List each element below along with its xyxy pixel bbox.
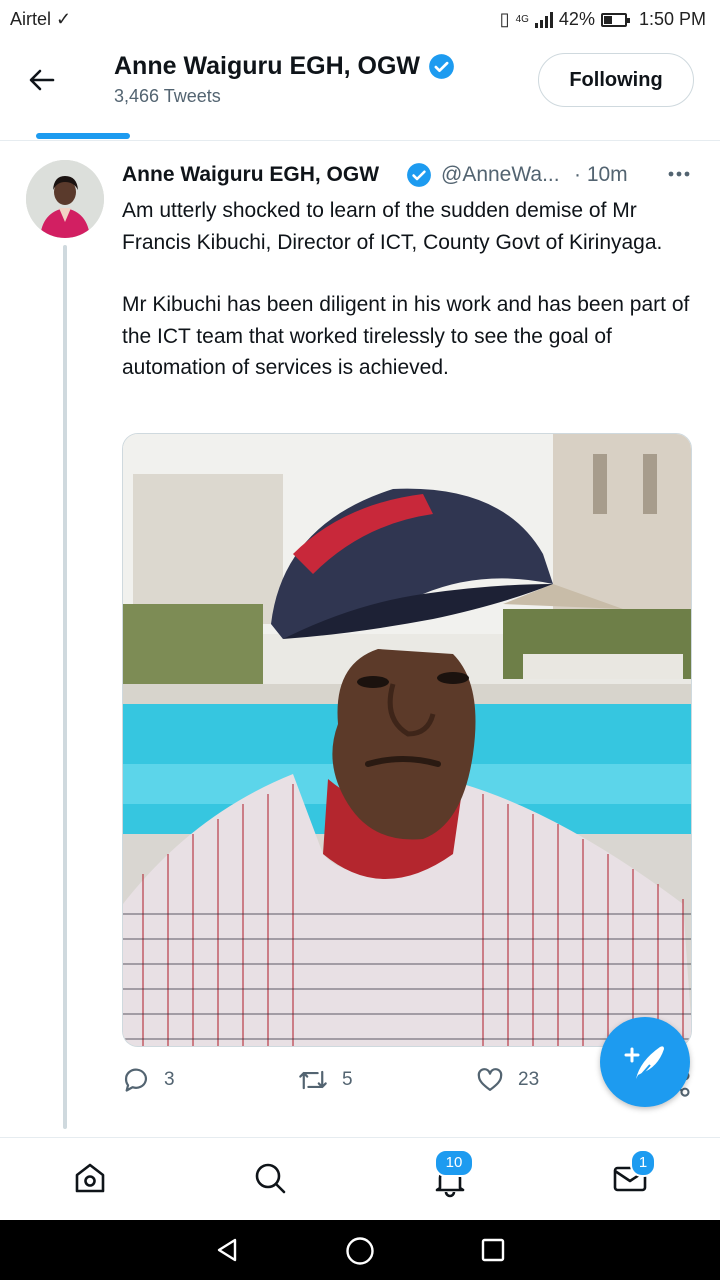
compose-icon	[624, 1046, 664, 1082]
compose-tweet-button[interactable]	[600, 1017, 690, 1107]
thread-line	[63, 245, 67, 1129]
home-icon[interactable]	[70, 1158, 110, 1198]
back-arrow-icon[interactable]	[26, 64, 58, 96]
avatar[interactable]	[26, 160, 104, 238]
battery-percent: 42%	[558, 9, 595, 29]
tweet-header: Anne Waiguru EGH, OGW @AnneWa... · 10m	[122, 161, 702, 191]
reply-icon	[124, 1068, 147, 1092]
tweet-paragraph: Am utterly shocked to learn of the sudde…	[122, 199, 663, 254]
reply-count: 3	[164, 1069, 175, 1090]
profile-header: Anne Waiguru EGH, OGW 3,466 Tweets Follo…	[0, 40, 720, 141]
battery-icon	[600, 12, 630, 27]
tweet-text: Am utterly shocked to learn of the sudde…	[122, 195, 692, 384]
android-back-icon[interactable]	[213, 1236, 241, 1264]
search-icon[interactable]	[250, 1158, 290, 1198]
network-label: 4G	[515, 14, 529, 25]
tweet-photo[interactable]	[122, 433, 692, 1047]
notifications-badge: 10	[434, 1149, 474, 1177]
tweet-timestamp[interactable]: · 10m	[574, 163, 628, 187]
android-recents-icon[interactable]	[480, 1237, 506, 1263]
tweet-author-name[interactable]: Anne Waiguru EGH, OGW	[122, 163, 379, 187]
tab-indicator	[36, 133, 130, 139]
more-icon[interactable]	[666, 161, 692, 187]
reply-button[interactable]: 3	[122, 1066, 175, 1094]
profile-title: Anne Waiguru EGH, OGW	[114, 52, 455, 81]
messages-badge: 1	[630, 1149, 656, 1177]
status-indicators: ▯ 4G 42% 1:50 PM	[500, 9, 706, 30]
tweet-author-handle[interactable]: @AnneWa...	[441, 163, 560, 187]
tweet-paragraph: Mr Kibuchi has been diligent in his work…	[122, 293, 690, 379]
vibrate-icon: ▯	[499, 9, 510, 29]
status-bar: Airtel ✓ ▯ 4G 42% 1:50 PM	[0, 0, 720, 40]
profile-name: Anne Waiguru EGH, OGW	[114, 52, 421, 80]
following-button[interactable]: Following	[538, 53, 694, 107]
tweet-count: 3,466 Tweets	[114, 86, 221, 106]
retweet-count: 5	[342, 1069, 353, 1090]
android-home-icon[interactable]	[345, 1236, 375, 1266]
verified-badge-icon	[429, 54, 454, 79]
notifications-tab[interactable]: 10	[430, 1149, 474, 1198]
like-count: 23	[518, 1069, 540, 1090]
signal-icon	[534, 11, 553, 28]
retweet-icon	[299, 1070, 327, 1090]
system-navigation-bar	[0, 1220, 720, 1280]
bottom-nav: 10 1	[0, 1137, 720, 1221]
like-icon	[477, 1068, 503, 1092]
like-button[interactable]: 23	[476, 1066, 539, 1094]
check-icon: ✓	[56, 9, 72, 29]
tweet[interactable]: Anne Waiguru EGH, OGW @AnneWa... · 10m A…	[0, 141, 720, 1136]
retweet-button[interactable]: 5	[298, 1066, 353, 1094]
carrier-label: Airtel ✓	[10, 9, 72, 29]
verified-badge-icon	[407, 163, 431, 187]
clock: 1:50 PM	[638, 9, 706, 29]
messages-tab[interactable]: 1	[610, 1149, 656, 1198]
